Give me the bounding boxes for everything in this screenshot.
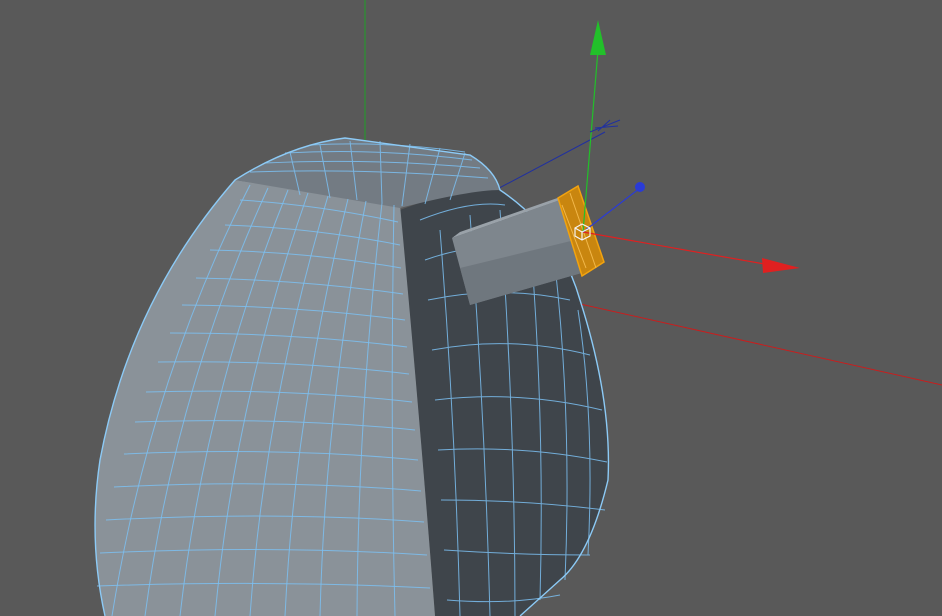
gizmo-z-axis-line[interactable] (582, 187, 641, 233)
3d-viewport[interactable] (0, 0, 942, 616)
viewport-scene[interactable] (0, 0, 942, 616)
gizmo-y-axis-arrow[interactable] (590, 20, 606, 55)
world-x-axis (539, 294, 942, 386)
gizmo-y-axis-line[interactable] (582, 49, 599, 233)
gizmo-x-axis-line[interactable] (582, 231, 771, 266)
gizmo-z-axis-handle[interactable] (635, 182, 645, 192)
gizmo-world-z-marker (589, 119, 621, 133)
mesh-front-face[interactable] (95, 180, 435, 616)
gizmo-x-axis-arrow[interactable] (762, 258, 800, 273)
